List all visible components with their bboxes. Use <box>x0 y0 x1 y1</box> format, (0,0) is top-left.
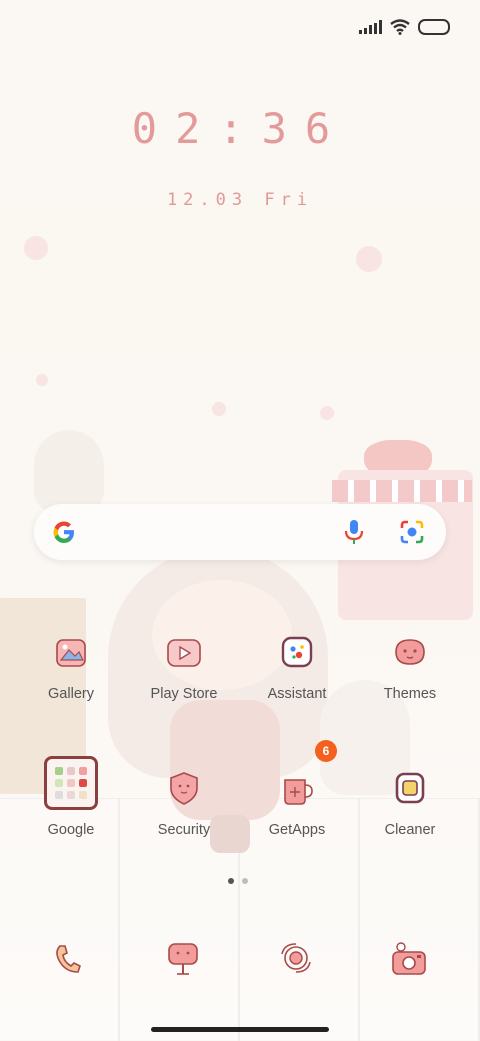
gallery-icon <box>49 630 93 674</box>
dock-phone[interactable] <box>48 936 92 980</box>
wifi-icon <box>390 19 410 35</box>
clock-time[interactable]: 02:36 <box>0 104 480 153</box>
messages-icon <box>168 943 198 975</box>
app-assistant[interactable]: Assistant <box>241 630 353 702</box>
app-getapps[interactable]: 6 GetApps <box>241 740 353 838</box>
app-cleaner[interactable]: Cleaner <box>354 766 466 838</box>
dock-messages[interactable] <box>161 936 205 980</box>
gesture-nav-bar[interactable] <box>151 1027 329 1032</box>
signal-icon <box>359 20 382 34</box>
cleaner-icon <box>388 766 432 810</box>
google-g-logo <box>53 521 74 543</box>
wallpaper-dot <box>320 406 334 420</box>
getapps-icon <box>275 766 319 810</box>
wallpaper-dot <box>356 246 382 272</box>
phone-icon <box>56 945 81 973</box>
google-search-bar[interactable] <box>34 504 446 560</box>
camera-icon <box>392 942 426 975</box>
page-indicator[interactable] <box>228 878 248 884</box>
security-icon <box>162 766 206 810</box>
app-label: Security <box>157 822 211 838</box>
wallpaper-dot <box>212 402 226 416</box>
themes-icon <box>388 630 432 674</box>
assistant-icon <box>275 630 319 674</box>
app-label: Gallery <box>48 686 94 702</box>
app-play-store[interactable]: Play Store <box>128 630 240 702</box>
app-label: GetApps <box>268 822 326 838</box>
wallpaper-bunny <box>34 430 104 512</box>
page-dot <box>242 878 248 884</box>
app-themes[interactable]: Themes <box>354 630 466 702</box>
app-google-folder[interactable]: Google <box>15 756 127 838</box>
app-gallery[interactable]: Gallery <box>15 630 127 702</box>
lens-camera-icon[interactable] <box>398 518 426 546</box>
app-label: Google <box>47 822 95 838</box>
dock-browser[interactable] <box>274 936 318 980</box>
microphone-icon[interactable] <box>342 518 366 546</box>
app-security[interactable]: Security <box>128 766 240 838</box>
google-folder-icon <box>44 756 98 810</box>
battery-icon <box>418 19 450 35</box>
clock-date[interactable]: 12.03 Fri <box>0 190 480 210</box>
status-bar <box>359 14 450 40</box>
app-label: Cleaner <box>384 822 436 838</box>
dock-camera[interactable] <box>387 936 431 980</box>
browser-icon <box>281 943 311 973</box>
app-label: Play Store <box>150 686 218 702</box>
wallpaper-awning <box>332 480 472 502</box>
app-label: Themes <box>383 686 437 702</box>
play-store-icon <box>162 630 206 674</box>
app-label: Assistant <box>267 686 327 702</box>
wallpaper-dot <box>24 236 48 260</box>
notification-badge: 6 <box>315 740 337 762</box>
wallpaper-dot <box>36 374 48 386</box>
page-dot-active <box>228 878 234 884</box>
